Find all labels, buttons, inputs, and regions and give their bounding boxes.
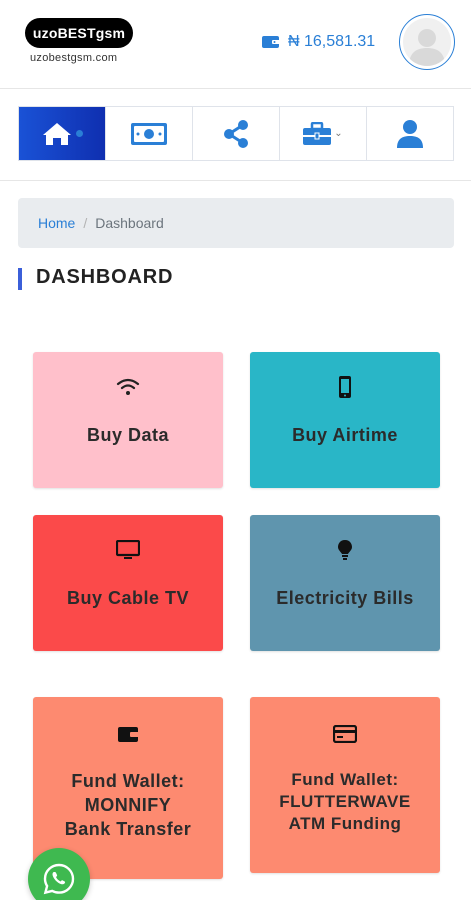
briefcase-icon xyxy=(303,121,332,145)
nav-item-profile[interactable] xyxy=(366,107,453,160)
breadcrumb: Home / Dashboard xyxy=(18,198,454,248)
avatar[interactable] xyxy=(399,14,455,70)
main-nav: ⌄ xyxy=(18,106,454,161)
card-label-line: ATM Funding xyxy=(288,814,402,833)
nav-divider xyxy=(0,180,471,181)
buy-data-card[interactable]: Buy Data xyxy=(33,352,223,488)
card-label-line: Fund Wallet: xyxy=(71,771,185,791)
buy-cable-tv-card[interactable]: Buy Cable TV xyxy=(33,515,223,651)
money-icon xyxy=(131,122,167,145)
card-label: Fund Wallet: MONNIFY Bank Transfer xyxy=(65,769,192,841)
home-icon xyxy=(42,122,71,145)
avatar-image xyxy=(403,18,451,66)
electricity-bills-card[interactable]: Electricity Bills xyxy=(250,515,440,651)
card-label: Fund Wallet: FLUTTERWAVE ATM Funding xyxy=(279,769,410,835)
breadcrumb-home-link[interactable]: Home xyxy=(38,215,75,231)
page: uzoBESTgsm uzobestgsm.com ₦ 16,581.31 ⌄ … xyxy=(0,0,471,900)
card-label: Electricity Bills xyxy=(276,588,414,608)
card-label: Buy Data xyxy=(86,425,170,445)
wallet-balance[interactable]: ₦ 16,581.31 xyxy=(262,32,375,52)
card-label-line: MONNIFY xyxy=(84,795,172,815)
whatsapp-icon xyxy=(43,863,75,895)
card-label: Buy Cable TV xyxy=(66,588,190,608)
title-accent-bar xyxy=(18,268,22,290)
logo[interactable]: uzoBESTgsm xyxy=(25,18,133,48)
card-label: Buy Airtime xyxy=(292,425,398,445)
page-title: DASHBOARD xyxy=(36,266,174,288)
breadcrumb-separator: / xyxy=(83,215,88,231)
share-icon xyxy=(224,119,248,148)
card-label-line: Fund Wallet: xyxy=(291,770,399,789)
mobile-phone-icon xyxy=(338,376,352,398)
chevron-down-icon: ⌄ xyxy=(334,128,343,139)
nav-item-briefcase[interactable]: ⌄ xyxy=(279,107,366,160)
tv-icon xyxy=(116,539,140,561)
lightbulb-icon xyxy=(337,539,353,561)
header: uzoBESTgsm uzobestgsm.com ₦ 16,581.31 xyxy=(0,0,471,88)
user-silhouette-icon xyxy=(409,29,445,66)
nav-item-share[interactable] xyxy=(192,107,279,160)
credit-card-icon xyxy=(333,723,357,745)
active-indicator xyxy=(75,130,83,137)
breadcrumb-current: Dashboard xyxy=(95,215,164,231)
buy-airtime-card[interactable]: Buy Airtime xyxy=(250,352,440,488)
fund-wallet-flutterwave-card[interactable]: Fund Wallet: FLUTTERWAVE ATM Funding xyxy=(250,697,440,873)
card-label-line: Bank Transfer xyxy=(64,819,192,839)
wifi-icon xyxy=(116,376,140,398)
wallet-icon xyxy=(117,723,139,745)
header-divider xyxy=(0,88,471,89)
nav-item-home[interactable] xyxy=(19,107,105,160)
nav-item-money[interactable] xyxy=(105,107,192,160)
user-icon xyxy=(397,119,423,148)
balance-amount: ₦ 16,581.31 xyxy=(288,33,376,50)
card-label-line: FLUTTERWAVE xyxy=(279,792,411,811)
logo-subtext: uzobestgsm.com xyxy=(30,52,118,64)
wallet-icon xyxy=(262,36,280,48)
